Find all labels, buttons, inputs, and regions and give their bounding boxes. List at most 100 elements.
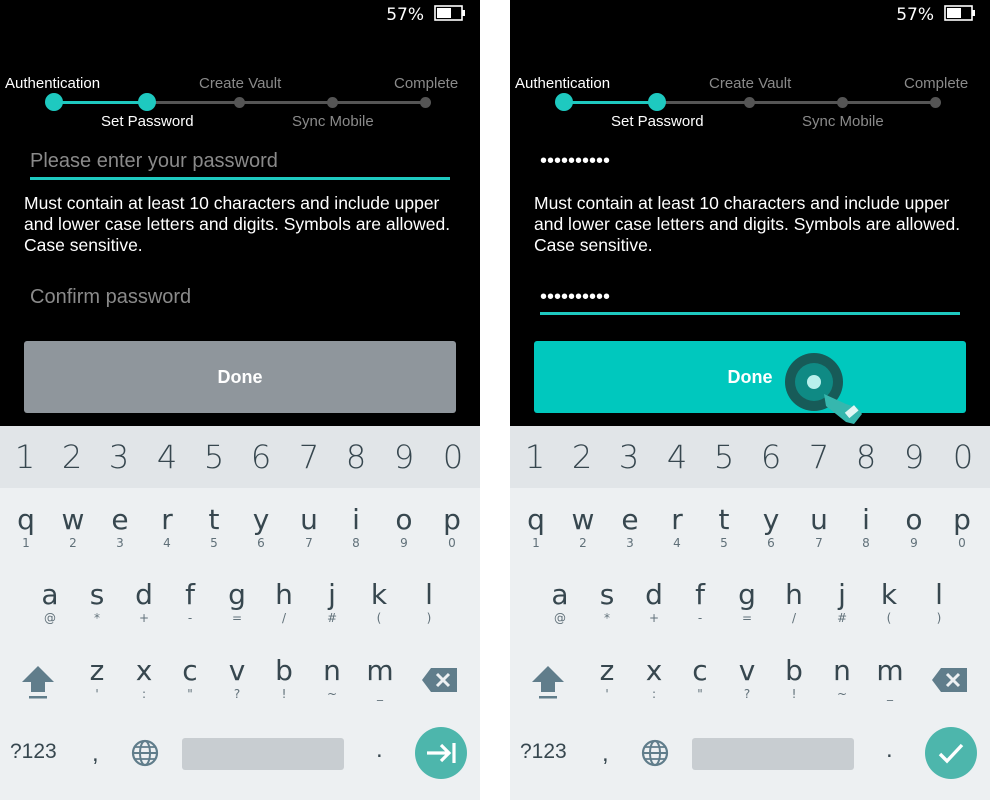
comma-key[interactable]: , [92, 740, 99, 768]
done-button-enabled[interactable]: Done [534, 341, 966, 413]
key-r[interactable]: r4 [144, 504, 190, 551]
key-r[interactable]: r4 [654, 503, 700, 551]
key-6[interactable]: 6 [238, 438, 284, 476]
key-y[interactable]: y6 [238, 504, 284, 551]
key-p[interactable]: p0 [939, 504, 985, 551]
key-j[interactable]: j # [309, 578, 355, 626]
key-m[interactable]: m _ [357, 655, 403, 702]
shift-arrow-icon[interactable] [528, 662, 568, 702]
key-k[interactable]: k( [866, 579, 912, 626]
key-2[interactable]: 2 [559, 438, 605, 476]
key-n[interactable]: n ~ [309, 655, 355, 702]
key-u[interactable]: u7 [796, 504, 842, 551]
key-3[interactable]: 3 [96, 438, 142, 476]
key-i[interactable]: i8 [333, 504, 379, 551]
key-7[interactable]: 7 [796, 438, 842, 476]
key-l[interactable]: l) [406, 579, 452, 626]
step-label-create-vault: Create Vault [199, 75, 282, 92]
done-button-disabled[interactable]: Done [24, 341, 456, 413]
confirm-password-input[interactable] [540, 281, 960, 313]
key-z[interactable]: z ' [74, 655, 120, 702]
key-4[interactable]: 4 [654, 438, 700, 476]
key-6[interactable]: 6 [748, 438, 794, 476]
key-0[interactable]: 0 [430, 438, 476, 476]
key-q[interactable]: q1 [513, 504, 559, 551]
key-1[interactable]: 1 [2, 438, 48, 476]
key-k[interactable]: k( [356, 579, 402, 626]
key-d[interactable]: d + [121, 579, 167, 626]
key-x[interactable]: x: [631, 655, 677, 702]
key-t[interactable]: t5 [191, 504, 237, 551]
backspace-icon[interactable] [930, 666, 970, 694]
key-f[interactable]: f- [677, 579, 723, 626]
symbols-key[interactable]: ?123 [520, 740, 567, 764]
key-q[interactable]: q1 [3, 504, 49, 551]
key-z[interactable]: z ' [584, 655, 630, 702]
key-f[interactable]: f- [167, 579, 213, 626]
key-p[interactable]: p0 [429, 504, 475, 551]
backspace-icon[interactable] [420, 666, 460, 694]
key-s[interactable]: s * [74, 579, 120, 626]
key-7[interactable]: 7 [286, 438, 332, 476]
period-key[interactable]: . [376, 736, 383, 764]
key-y[interactable]: y6 [748, 504, 794, 551]
key-b[interactable]: b! [771, 655, 817, 702]
key-j-alt: # [836, 611, 848, 625]
key-t[interactable]: t5 [701, 504, 747, 551]
key-e[interactable]: e3 [607, 504, 653, 551]
key-r-char: r [671, 503, 683, 536]
key-w[interactable]: w2 [560, 504, 606, 551]
key-v[interactable]: v? [724, 655, 770, 702]
key-a[interactable]: a @ [27, 579, 73, 626]
key-1[interactable]: 1 [512, 438, 558, 476]
period-key[interactable]: . [886, 736, 893, 764]
key-o[interactable]: o9 [891, 504, 937, 551]
key-b[interactable]: b! [261, 655, 307, 702]
key-l-alt: ) [426, 611, 432, 625]
key-g[interactable]: g = [724, 579, 770, 626]
key-g[interactable]: g = [214, 579, 260, 626]
space-key[interactable] [692, 738, 854, 770]
key-v[interactable]: v? [214, 655, 260, 702]
key-n[interactable]: n ~ [819, 655, 865, 702]
key-j[interactable]: j # [819, 579, 865, 626]
key-8[interactable]: 8 [843, 438, 889, 476]
key-w[interactable]: w2 [50, 504, 96, 551]
key-o[interactable]: o9 [381, 504, 427, 551]
key-8[interactable]: 8 [333, 438, 379, 476]
key-e[interactable]: e3 [97, 504, 143, 551]
key-x[interactable]: x: [121, 655, 167, 702]
key-u[interactable]: u7 [286, 504, 332, 551]
password-input[interactable] [30, 145, 450, 177]
key-i[interactable]: i8 [843, 504, 889, 551]
key-5[interactable]: 5 [191, 438, 237, 476]
key-h[interactable]: h / [771, 579, 817, 626]
next-field-key[interactable] [415, 727, 467, 779]
key-5[interactable]: 5 [701, 438, 747, 476]
key-4[interactable]: 4 [144, 438, 190, 476]
key-9[interactable]: 9 [381, 438, 427, 476]
confirm-password-input[interactable] [30, 281, 450, 313]
done-key[interactable] [925, 727, 977, 779]
key-s[interactable]: s * [584, 579, 630, 626]
key-r-alt: 4 [163, 536, 171, 550]
globe-icon[interactable] [640, 738, 670, 768]
globe-icon[interactable] [130, 738, 160, 768]
key-l[interactable]: l) [916, 579, 962, 626]
password-input[interactable] [540, 145, 960, 177]
key-c[interactable]: c " [167, 655, 213, 702]
shift-arrow-icon[interactable] [18, 662, 58, 702]
key-0[interactable]: 0 [940, 438, 986, 476]
space-key[interactable] [182, 738, 344, 770]
key-c[interactable]: c " [677, 655, 723, 702]
key-2[interactable]: 2 [49, 438, 95, 476]
key-9[interactable]: 9 [891, 438, 937, 476]
key-m[interactable]: m _ [867, 655, 913, 702]
key-j-char: j [328, 578, 336, 611]
key-a[interactable]: a @ [537, 579, 583, 626]
symbols-key[interactable]: ?123 [10, 740, 57, 764]
comma-key[interactable]: , [602, 740, 609, 768]
key-3[interactable]: 3 [606, 438, 652, 476]
key-h[interactable]: h / [261, 579, 307, 626]
key-d[interactable]: d + [631, 579, 677, 626]
